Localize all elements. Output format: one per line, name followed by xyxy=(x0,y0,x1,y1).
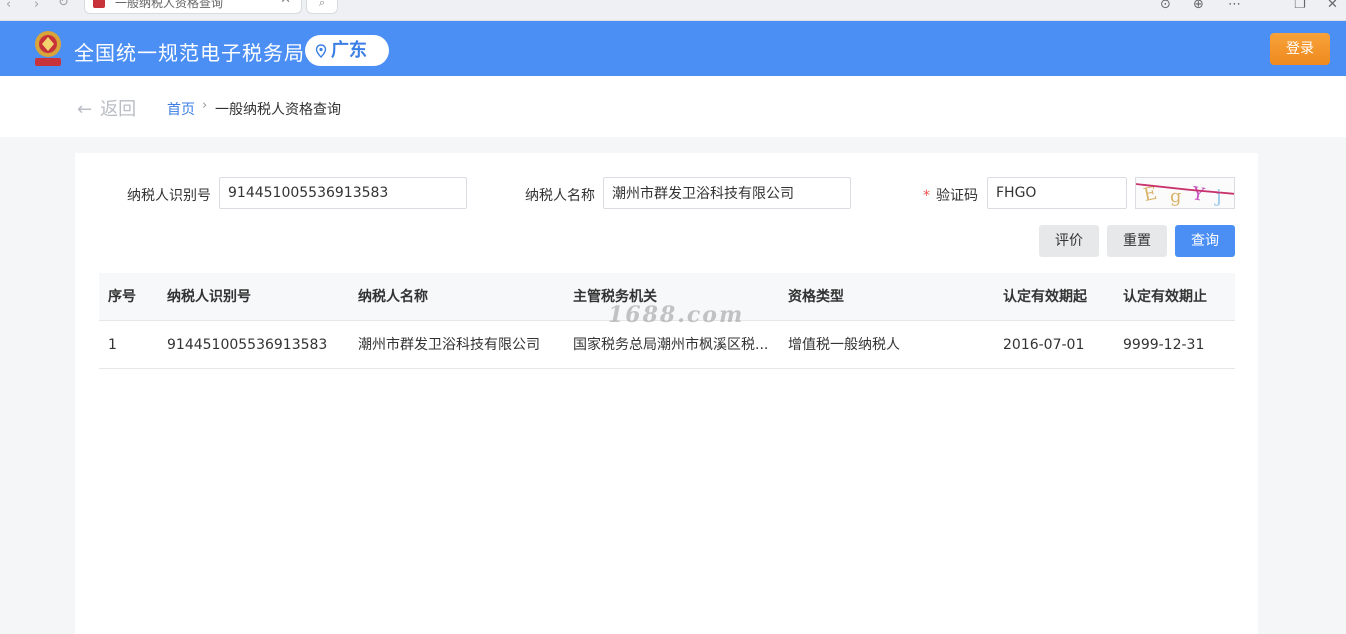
taxpayer-id-label: 纳税人识别号 xyxy=(127,188,211,204)
breadcrumb-separator-icon: › xyxy=(202,98,208,113)
search-icon: ⌕ xyxy=(318,0,326,9)
browser-tab-strip: ‹ › ↻ 一般纳税人资格查询 ✕ ⌕ ⊙ ⊕ ⋯ ❐ ✕ xyxy=(0,0,1346,21)
back-label: 返回 xyxy=(100,99,137,120)
evaluate-button[interactable]: 评价 xyxy=(1039,225,1099,257)
column-header-valid-from: 认定有效期起 xyxy=(1003,289,1087,305)
table-row[interactable]: 1 914451005536913583 潮州市群发卫浴科技有限公司 国家税务总… xyxy=(99,321,1235,369)
back-link[interactable]: ← 返回 xyxy=(77,95,136,121)
cell-index: 1 xyxy=(108,337,117,353)
column-header-taxpayer-id: 纳税人识别号 xyxy=(167,289,251,305)
site-header: 全国统一规范电子税务局 广东 登录 xyxy=(0,21,1346,76)
region-label: 广东 xyxy=(331,40,367,61)
login-button[interactable]: 登录 xyxy=(1270,33,1330,65)
tax-emblem-icon xyxy=(35,31,61,66)
taxpayer-id-input[interactable] xyxy=(219,177,467,209)
breadcrumb-home[interactable]: 首页 xyxy=(167,99,195,119)
cell-taxpayer-name: 潮州市群发卫浴科技有限公司 xyxy=(358,337,540,353)
captcha-input[interactable] xyxy=(987,177,1127,209)
column-header-valid-to: 认定有效期止 xyxy=(1123,289,1207,305)
captcha-graphic: E g Y j xyxy=(1136,183,1234,207)
taxpayer-name-label: 纳税人名称 xyxy=(525,188,595,204)
restore-window-icon[interactable]: ❐ xyxy=(1294,0,1306,12)
captcha-label-text: 验证码 xyxy=(936,188,978,204)
query-card: 纳税人识别号 纳税人名称 * 验证码 E g Y j 评价 重置 查询 序号 纳税… xyxy=(75,153,1258,634)
taxpayer-name-input[interactable] xyxy=(603,177,851,209)
close-window-icon[interactable]: ✕ xyxy=(1327,0,1338,12)
captcha-image[interactable]: E g Y j xyxy=(1135,177,1235,209)
globe-icon[interactable]: ⊕ xyxy=(1193,0,1204,12)
cell-taxpayer-id: 914451005536913583 xyxy=(167,337,328,353)
back-arrow-icon: ← xyxy=(77,99,93,120)
column-header-taxpayer-name: 纳税人名称 xyxy=(358,289,428,305)
site-title: 全国统一规范电子税务局 xyxy=(74,41,305,65)
tab-title: 一般纳税人资格查询 xyxy=(115,0,224,10)
captcha-label: * 验证码 xyxy=(923,185,978,205)
tab-close-icon[interactable]: ✕ xyxy=(280,0,291,6)
region-selector[interactable]: 广东 xyxy=(305,35,389,66)
tab-favicon-icon xyxy=(93,0,105,8)
reload-icon[interactable]: ↻ xyxy=(58,0,69,9)
back-nav-icon[interactable]: ‹ xyxy=(6,0,11,11)
download-shield-icon[interactable]: ⊙ xyxy=(1160,0,1171,12)
cell-tax-authority: 国家税务总局潮州市枫溪区税... xyxy=(573,337,769,353)
watermark-text: 1688.com xyxy=(608,302,745,328)
browser-tab[interactable]: 一般纳税人资格查询 ✕ xyxy=(84,0,302,14)
forward-nav-icon[interactable]: › xyxy=(34,0,39,11)
query-button[interactable]: 查询 xyxy=(1175,225,1235,257)
captcha-glyph: j xyxy=(1214,186,1222,207)
cell-valid-to: 9999-12-31 xyxy=(1123,337,1205,353)
breadcrumb-bar: ← 返回 首页 › 一般纳税人资格查询 xyxy=(0,76,1346,137)
required-mark: * xyxy=(923,188,930,204)
column-header-qualification: 资格类型 xyxy=(788,289,844,305)
location-pin-icon xyxy=(315,44,327,58)
column-header-index: 序号 xyxy=(108,289,136,305)
cell-qualification: 增值税一般纳税人 xyxy=(788,337,900,353)
reset-button[interactable]: 重置 xyxy=(1107,225,1167,257)
more-icon[interactable]: ⋯ xyxy=(1228,0,1241,12)
captcha-glyph: Y xyxy=(1190,183,1207,206)
breadcrumb-current: 一般纳税人资格查询 xyxy=(215,102,341,118)
tab-search-button[interactable]: ⌕ xyxy=(306,0,338,14)
cell-valid-from: 2016-07-01 xyxy=(1003,337,1085,353)
